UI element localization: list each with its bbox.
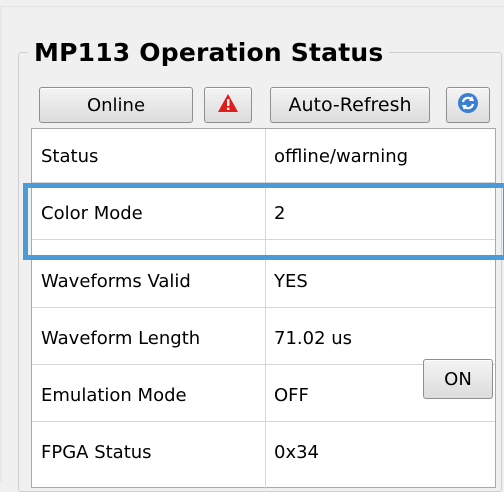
top-divider xyxy=(0,6,504,7)
window-left-edge xyxy=(0,0,2,482)
auto-refresh-button[interactable]: Auto-Refresh xyxy=(270,87,430,123)
emulation-on-button[interactable]: ON xyxy=(423,359,493,399)
row-value: OFF xyxy=(274,384,309,406)
row-label: FPGA Status xyxy=(41,441,152,463)
row-value: 71.02 us xyxy=(274,327,353,349)
row-label: Status xyxy=(41,145,99,167)
table-row[interactable]: Color Mode 2 xyxy=(32,186,495,240)
row-value: 2 xyxy=(274,202,286,224)
row-value: offline/warning xyxy=(274,145,409,167)
status-table: Status offline/warning Color Mode 2 Wave… xyxy=(31,128,496,489)
row-label: Color Mode xyxy=(41,202,143,224)
row-value: 0x34 xyxy=(274,441,320,463)
table-row: Waveforms Valid YES xyxy=(32,254,495,308)
panel-title: MP113 Operation Status xyxy=(28,36,390,70)
warning-button[interactable] xyxy=(204,87,252,123)
refresh-icon xyxy=(457,92,479,119)
column-divider xyxy=(265,129,266,489)
row-value: YES xyxy=(274,270,308,292)
row-label: Waveform Length xyxy=(41,327,201,349)
refresh-button[interactable] xyxy=(446,87,490,123)
table-row: Waveform Length 71.02 us xyxy=(32,311,495,365)
online-button[interactable]: Online xyxy=(39,87,193,123)
table-row: FPGA Status 0x34 xyxy=(32,425,495,479)
table-row: Status offline/warning xyxy=(32,129,495,183)
row-label: Waveforms Valid xyxy=(41,270,191,292)
row-label: Emulation Mode xyxy=(41,384,187,406)
warning-triangle-icon xyxy=(217,93,239,118)
